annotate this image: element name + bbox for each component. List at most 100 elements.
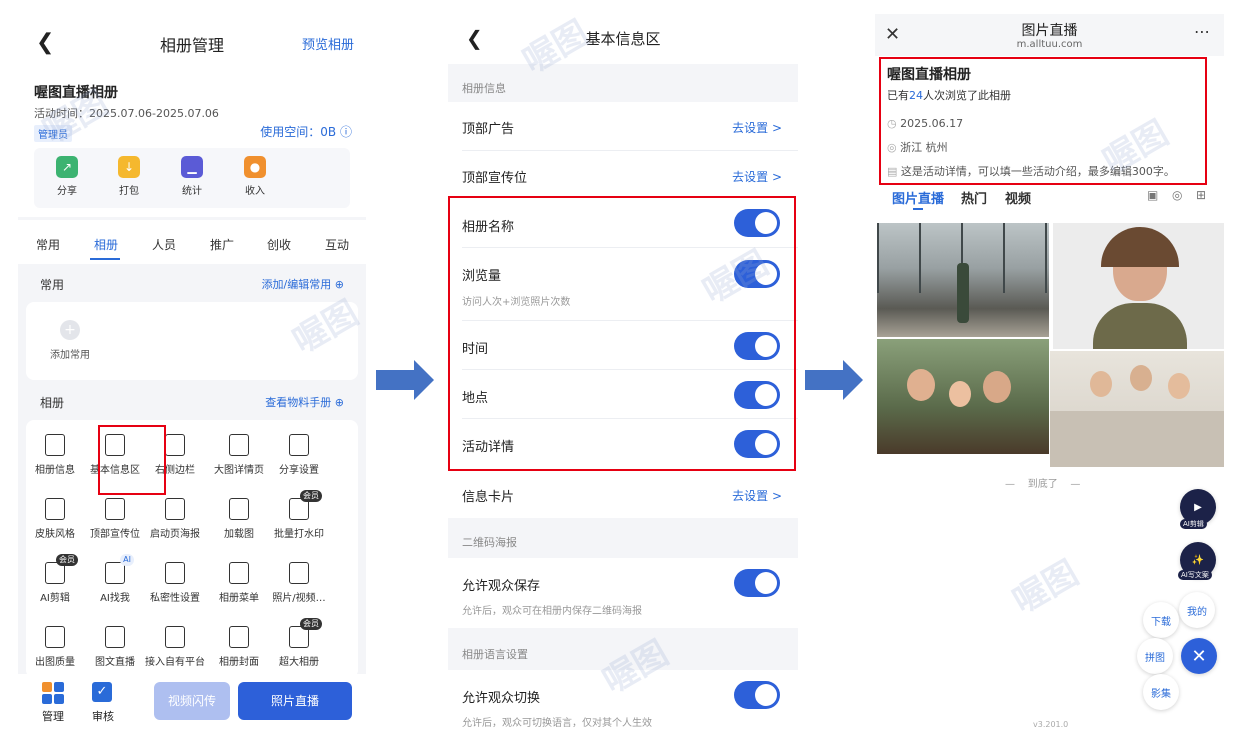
quick-action-stats[interactable]: ▁ 统计 [167,156,217,197]
globe-icon[interactable]: ◎ [1172,188,1182,202]
common-section-title: 常用 [40,278,65,292]
bottom-bar: 管理 ✓ 审核 视频闪传 照片直播 [18,674,366,734]
end-of-list: — 到底了 — [1005,479,1081,490]
page-title: 基本信息区 [585,30,661,48]
tab-album[interactable]: 相册 [94,236,118,253]
preview-album-link[interactable]: 预览相册 [302,34,354,53]
photo-live-button[interactable]: 照片直播 [238,682,352,720]
tab-video[interactable]: 视频 [1005,188,1031,207]
mine-button[interactable]: 我的 [1179,592,1215,628]
grid-item-20[interactable]: 超大相册 会员 [268,618,330,668]
grid-item-label: 相册信息 [35,465,75,476]
tab-people[interactable]: 人员 [152,236,176,253]
quick-actions: ↗ 分享 ↓ 打包 ▁ 统计 ● 收入 [34,148,350,208]
top-ad-set-link[interactable]: 去设置 > [732,119,782,136]
tab-promotion[interactable]: 推广 [210,236,234,253]
photo-woman-portrait[interactable] [1053,223,1224,349]
grid-item-label: 私密性设置 [150,593,200,604]
sidebar-icon [165,434,185,456]
quick-action-package[interactable]: ↓ 打包 [104,156,154,197]
close-menu-button[interactable]: ✕ [1181,638,1217,674]
add-common-label: 添加常用 [50,350,90,361]
ai-badge: AI [120,554,134,566]
group-label-qr: 二维码海报 [462,536,517,549]
admin-badge: 管理员 [34,125,72,142]
manage-icon[interactable] [42,682,64,704]
toggle-allow-save[interactable] [734,569,780,597]
browser-top-bar: ✕ 图片直播 m.alltuu.com ⋯ [875,14,1224,56]
grid-item-19[interactable]: 相册封面 [208,626,270,668]
package-icon: ↓ [118,156,140,178]
video-flash-button[interactable]: 视频闪传 [154,682,230,720]
stats-icon: ▁ [181,156,203,178]
settings-group-top: 顶部广告 去设置 > 顶部宣传位 去设置 > [448,102,798,200]
grid-item-6[interactable]: 皮肤风格 [24,498,86,540]
grid-view-icon[interactable]: ⊞ [1196,188,1206,202]
tab-common[interactable]: 常用 [36,236,60,253]
grid-item-label: 相册菜单 [219,593,259,604]
top-banner-set-link[interactable]: 去设置 > [732,168,782,185]
group-label-album-info: 相册信息 [462,82,506,95]
photo-woman-street[interactable] [877,223,1049,337]
tab-photo-live[interactable]: 图片直播 [892,188,944,207]
grid-item-14[interactable]: 相册菜单 [208,562,270,604]
highlight-box-info [879,57,1207,185]
top-banner-label: 顶部宣传位 [462,171,528,186]
photo-family-indoor[interactable] [1050,351,1224,467]
grid-item-7[interactable]: 顶部宣传位 [84,498,146,540]
grid-item-11[interactable]: AI剪辑 会员 [24,554,86,604]
allow-switch-row: 允许观众切换 允许后，观众可切换语言，仅对其个人生效 [448,670,798,734]
tab-hot[interactable]: 热门 [961,188,987,207]
allow-save-row: 允许观众保存 允许后，观众可在相册内保存二维码海报 [448,558,798,628]
review-label[interactable]: 审核 [92,708,114,724]
grid-item-9[interactable]: 加载图 [208,498,270,540]
grid-item-18[interactable]: 接入自有平台 [144,626,206,668]
info-card-set-link[interactable]: 去设置 > [732,487,782,504]
tab-interact[interactable]: 互动 [325,236,349,253]
toggle-allow-switch[interactable] [734,681,780,709]
add-icon[interactable]: + [60,320,80,340]
quick-action-share[interactable]: ↗ 分享 [42,156,92,197]
info-card-row: 信息卡片 去设置 > [448,474,798,518]
qr-code-icon[interactable]: ▣ [1147,188,1158,202]
quick-action-income[interactable]: ● 收入 [230,156,280,197]
grid-item-12[interactable]: AI找我 AI [84,554,146,604]
top-ad-label: 顶部广告 [462,122,515,137]
allow-switch-label: 允许观众切换 [462,691,541,706]
grid-item-5[interactable]: 分享设置 [268,434,330,476]
highlight-box-toggles [448,196,796,471]
grid-item-1[interactable]: 相册信息 [24,434,86,476]
common-card: + 添加常用 [26,302,358,380]
review-icon[interactable]: ✓ [92,682,112,702]
grid-item-label: 皮肤风格 [35,529,75,540]
tab-monetize[interactable]: 创收 [267,236,291,253]
manage-label[interactable]: 管理 [42,708,64,724]
income-icon: ● [244,156,266,178]
photo-video-icon [289,562,309,584]
info-card-label: 信息卡片 [462,490,515,505]
grid-item-label: AI剪辑 [40,593,70,604]
grid-item-10[interactable]: 批量打水印 会员 [268,490,330,540]
album-section-title: 相册 [40,396,65,410]
grid-item-label: 大图详情页 [214,465,264,476]
grid-item-8[interactable]: 启动页海报 [144,498,206,540]
photo-family-outdoor[interactable] [877,339,1049,454]
grid-item-label: 照片/视频… [272,593,326,604]
hd-icon [45,626,65,648]
space-used-link[interactable]: 使用空间：0B ⓘ [260,123,352,140]
collage-button[interactable]: 拼图 [1137,638,1173,674]
download-button[interactable]: 下载 [1143,602,1179,638]
material-handbook-link[interactable]: 查看物料手册 ⊕ [265,394,344,410]
cover-icon [229,626,249,648]
grid-item-13[interactable]: 私密性设置 [144,562,206,604]
album-tools-grid: 相册信息 基本信息区 右侧边栏 大图详情页 分享设置 皮肤风格 顶部宣传位 启动页海报 加载图批… [26,420,358,678]
edit-common-link[interactable]: 添加/编辑常用 ⊕ [262,276,344,292]
grid-item-16[interactable]: 出图质量 [24,626,86,668]
grid-item-17[interactable]: 图文直播 [84,626,146,668]
album-video-button[interactable]: 影集 [1143,674,1179,710]
ai-copywriting-label: AI写文案 [1178,570,1212,580]
grid-item-15[interactable]: 照片/视频… [268,562,330,604]
menu-icon [229,562,249,584]
grid-item-4[interactable]: 大图详情页 [208,434,270,476]
more-icon[interactable]: ⋯ [1194,22,1210,41]
